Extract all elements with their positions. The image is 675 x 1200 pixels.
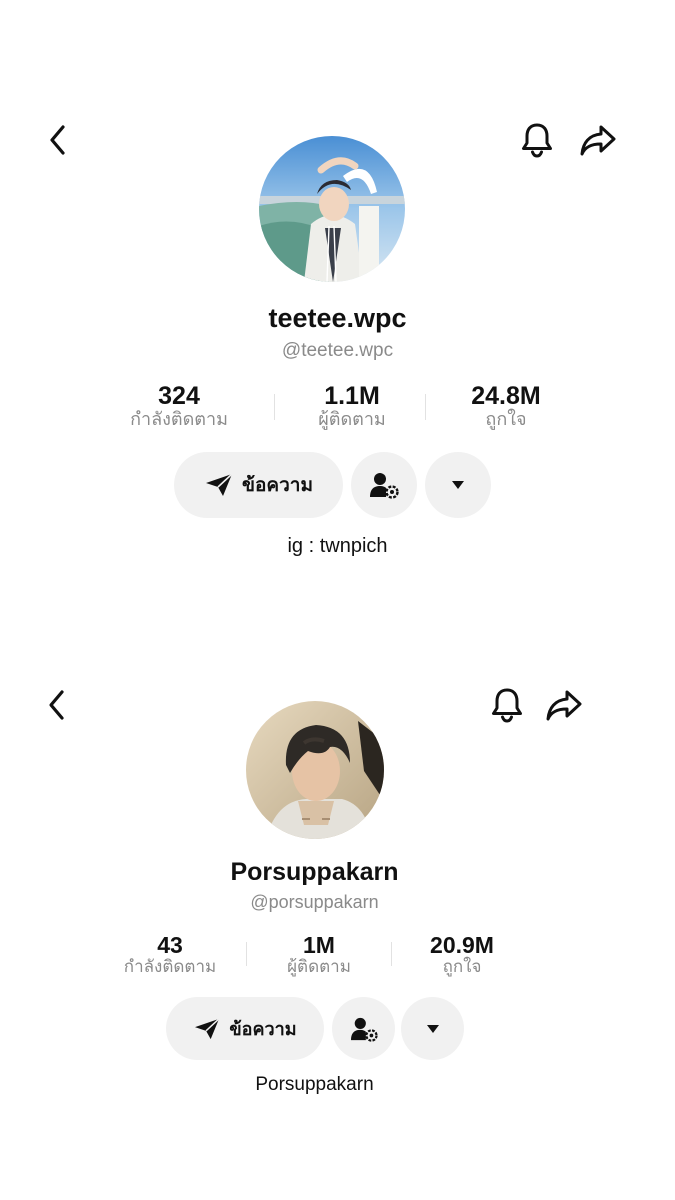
- stat-divider: [425, 394, 426, 420]
- stat-likes: 20.9M ถูกใจ: [414, 934, 510, 976]
- username-handle: @teetee.wpc: [281, 340, 394, 361]
- action-buttons: ข้อความ: [166, 997, 464, 1060]
- bio-text: ig : twnpich: [287, 535, 388, 557]
- message-button-label: ข้อความ: [242, 474, 313, 496]
- message-button[interactable]: ข้อความ: [174, 452, 343, 518]
- username-handle: @porsuppakarn: [250, 892, 379, 912]
- share-button[interactable]: [576, 120, 620, 160]
- stat-divider: [274, 394, 275, 420]
- followers-label: ผู้ติดตาม: [318, 409, 386, 430]
- likes-count: 24.8M: [471, 382, 541, 410]
- followers-count: 1M: [303, 932, 335, 958]
- more-options-button[interactable]: [401, 997, 464, 1060]
- bell-icon: [492, 688, 522, 723]
- stats-row: 324 กำลังติดตาม 1.1M ผู้ติดตาม 24.8M ถูก…: [118, 384, 558, 429]
- back-button[interactable]: [39, 685, 75, 725]
- back-button[interactable]: [40, 120, 76, 160]
- notification-button[interactable]: [515, 120, 559, 160]
- action-buttons: ข้อความ: [174, 452, 491, 518]
- profile-card-1: teetee.wpc @teetee.wpc 324 กำลังติดตาม 1…: [0, 0, 675, 600]
- stat-following[interactable]: 43 กำลังติดตาม: [116, 934, 224, 976]
- paper-plane-icon: [204, 472, 234, 498]
- share-button[interactable]: [542, 685, 586, 725]
- person-gear-icon: [370, 473, 399, 499]
- display-name: teetee.wpc: [268, 303, 407, 333]
- notification-button[interactable]: [485, 685, 529, 725]
- following-label: กำลังติดตาม: [123, 957, 217, 977]
- more-options-button[interactable]: [425, 452, 491, 518]
- stats-row: 43 กำลังติดตาม 1M ผู้ติดตาม 20.9M ถูกใจ: [116, 934, 516, 976]
- stat-likes: 24.8M ถูกใจ: [456, 384, 556, 429]
- share-arrow-icon: [580, 125, 616, 156]
- stat-divider: [246, 942, 247, 966]
- chevron-left-icon: [49, 690, 64, 720]
- following-count: 324: [158, 382, 200, 410]
- manage-account-button[interactable]: [351, 452, 417, 518]
- likes-count: 20.9M: [430, 932, 494, 958]
- display-name: Porsuppakarn: [230, 858, 399, 886]
- avatar[interactable]: [246, 701, 384, 839]
- stat-followers[interactable]: 1.1M ผู้ติดตาม: [309, 384, 395, 429]
- avatar[interactable]: [259, 136, 405, 282]
- profile-card-2: Porsuppakarn @porsuppakarn 43 กำลังติดตา…: [0, 600, 675, 1200]
- manage-account-button[interactable]: [332, 997, 395, 1060]
- stat-followers[interactable]: 1M ผู้ติดตาม: [279, 934, 359, 976]
- caret-down-icon: [452, 481, 464, 489]
- chevron-left-icon: [50, 125, 65, 155]
- bio-text: Porsuppakarn: [255, 1074, 374, 1095]
- followers-label: ผู้ติดตาม: [287, 957, 351, 977]
- message-button[interactable]: ข้อความ: [166, 997, 324, 1060]
- followers-count: 1.1M: [324, 382, 380, 410]
- message-button-label: ข้อความ: [229, 1019, 297, 1040]
- likes-label: ถูกใจ: [485, 409, 527, 430]
- caret-down-icon: [426, 1024, 439, 1033]
- stat-divider: [391, 942, 392, 966]
- bell-icon: [522, 123, 552, 158]
- share-arrow-icon: [546, 690, 582, 721]
- stat-following[interactable]: 324 กำลังติดตาม: [118, 384, 240, 429]
- following-label: กำลังติดตาม: [130, 409, 228, 430]
- paper-plane-icon: [193, 1017, 221, 1041]
- following-count: 43: [157, 932, 183, 958]
- person-gear-icon: [350, 1017, 378, 1042]
- likes-label: ถูกใจ: [442, 957, 482, 977]
